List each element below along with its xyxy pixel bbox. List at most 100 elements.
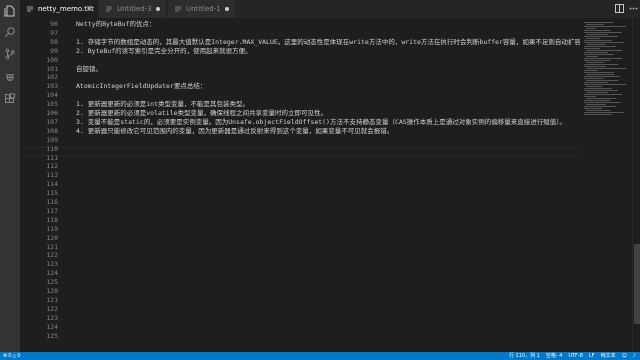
minimap-line: [584, 84, 626, 85]
minimap-line: [586, 98, 616, 99]
warning-count: 0: [17, 353, 21, 359]
language-mode[interactable]: 纯文本: [601, 352, 616, 360]
minimap-line: [586, 104, 606, 105]
modified-dot-icon[interactable]: [156, 7, 160, 11]
encoding[interactable]: UTF-8: [568, 352, 583, 360]
search-icon[interactable]: [3, 25, 17, 39]
feedback-icon[interactable]: ☺: [622, 352, 627, 360]
more-actions-icon[interactable]: [629, 4, 638, 13]
minimap-line: [584, 72, 614, 73]
close-icon[interactable]: ✕: [86, 4, 92, 12]
minimap-line: [586, 86, 602, 87]
problems-indicator[interactable]: ⊗ 0 △ 0: [3, 352, 20, 360]
code-line: Netty的ByteBuf的优点：: [76, 20, 156, 28]
scrollbar-thumb[interactable]: [634, 244, 640, 324]
indentation[interactable]: 空格: 4: [546, 352, 562, 360]
end-of-line[interactable]: LF: [589, 352, 595, 360]
activity-bar: [0, 0, 20, 352]
line-number: 125: [46, 278, 58, 287]
minimap-line: [586, 34, 608, 35]
line-number: 100: [46, 55, 58, 64]
files-icon[interactable]: [3, 4, 17, 18]
line-number: 97: [50, 28, 58, 37]
code-line: 自旋锁。: [76, 64, 102, 73]
minimap-line: [584, 48, 600, 49]
code-area[interactable]: Netty的ByteBuf的优点： 1. 存储字节的数组是动态的，其最大值默认是I…: [76, 18, 580, 352]
code-line: 2. 更新器更新的必须是volatile类型变量，确保线程之间共享变量时的立即可…: [76, 109, 328, 117]
tab-bar: netty_memo.txt ✕ Untitled-3 Untitled-1: [20, 0, 640, 18]
error-count: 0: [8, 353, 12, 359]
minimap-line: [584, 100, 610, 101]
minimap-line: [584, 52, 608, 53]
minimap-line: [584, 64, 618, 65]
warning-icon: △: [12, 353, 17, 359]
minimap-line: [584, 90, 618, 91]
line-number: 109: [46, 135, 58, 144]
vertical-scrollbar[interactable]: [632, 18, 640, 352]
minimap-line: [584, 26, 626, 27]
line-number: 104: [46, 91, 58, 100]
minimap-line: [584, 54, 614, 55]
debug-icon[interactable]: [3, 70, 17, 84]
cursor-position[interactable]: 行 110，列 1: [509, 352, 540, 360]
line-number: 102: [46, 73, 58, 82]
line-number: 111: [46, 153, 58, 162]
line-number: 116: [46, 198, 58, 206]
line-number-gutter: 96 97 98 99 100 101 102 103 104 105 106 107 108 109 11…: [20, 18, 58, 352]
minimap-line: [584, 22, 614, 23]
minimap-line: [586, 68, 626, 69]
status-bar: ⊗ 0 △ 0 行 110，列 1 空格: 4 UTF-8 LF 纯文本 ☺ ♪: [0, 352, 640, 360]
minimap-line: [584, 88, 612, 89]
code-line: 1. 存储字节的数组是动态的，其最大值默认是Integer.MAX_VALUE。…: [76, 37, 580, 46]
minimap-line: [586, 62, 604, 63]
line-number: 110: [46, 144, 58, 153]
modified-dot-icon[interactable]: [225, 7, 229, 11]
line-number: 123: [46, 313, 58, 322]
minimap-line: [584, 96, 596, 97]
extensions-icon[interactable]: [3, 92, 17, 106]
minimap-line: [584, 102, 620, 103]
minimap-line: [584, 70, 598, 71]
code-line: 4. 更新器只能修改它可见范围内的变量，因为更新器是通过反射来得到这个变量，如果…: [76, 126, 394, 135]
text-file-icon: [26, 5, 34, 13]
line-number: 120: [46, 287, 58, 295]
minimap[interactable]: [580, 18, 632, 352]
minimap-line: [586, 56, 598, 57]
minimap-line: [584, 78, 604, 79]
minimap-line: [586, 28, 596, 29]
line-number: 125: [46, 331, 58, 340]
minimap-line: [584, 30, 610, 31]
line-number: 99: [50, 46, 58, 55]
minimap-line: [584, 66, 606, 67]
split-editor-icon[interactable]: [615, 4, 624, 13]
tab-untitled-3[interactable]: Untitled-3: [99, 0, 167, 18]
line-number: 108: [46, 126, 58, 135]
code-line: AtomicIntegerFieldUpdater要点总结：: [76, 82, 207, 91]
code-line: 1. 更新器更新的必须是int类型变量，不能是其包装类型。: [76, 100, 249, 109]
line-number: 103: [46, 82, 58, 91]
line-number: 119: [46, 224, 58, 233]
minimap-line: [584, 40, 612, 41]
tab-label: Untitled-3: [117, 5, 152, 13]
line-number: 106: [46, 109, 58, 117]
text-file-icon: [174, 5, 182, 13]
tab-netty-memo[interactable]: netty_memo.txt ✕: [20, 0, 98, 18]
source-control-icon[interactable]: [3, 47, 17, 61]
minimap-line: [584, 32, 622, 33]
tab-untitled-1[interactable]: Untitled-1: [168, 0, 236, 18]
line-number: 120: [46, 233, 58, 242]
minimap-line: [584, 60, 610, 61]
minimap-line: [586, 110, 610, 111]
text-file-icon: [105, 5, 113, 13]
minimap-line: [586, 44, 606, 45]
line-number: 122: [46, 304, 58, 313]
text-editor[interactable]: 96 97 98 99 100 101 102 103 104 105 106 107 108 109 11…: [20, 18, 580, 352]
notifications-bell-icon[interactable]: ♪: [633, 352, 636, 360]
minimap-line: [584, 108, 602, 109]
minimap-line: [586, 38, 600, 39]
code-line: 3. 变量不能是static的，必须要是实例变量。因为Unsafe.object…: [76, 117, 566, 126]
line-number: 122: [46, 251, 58, 260]
line-number: 118: [46, 215, 58, 224]
line-number: 115: [46, 189, 58, 198]
line-number: 96: [50, 20, 58, 28]
